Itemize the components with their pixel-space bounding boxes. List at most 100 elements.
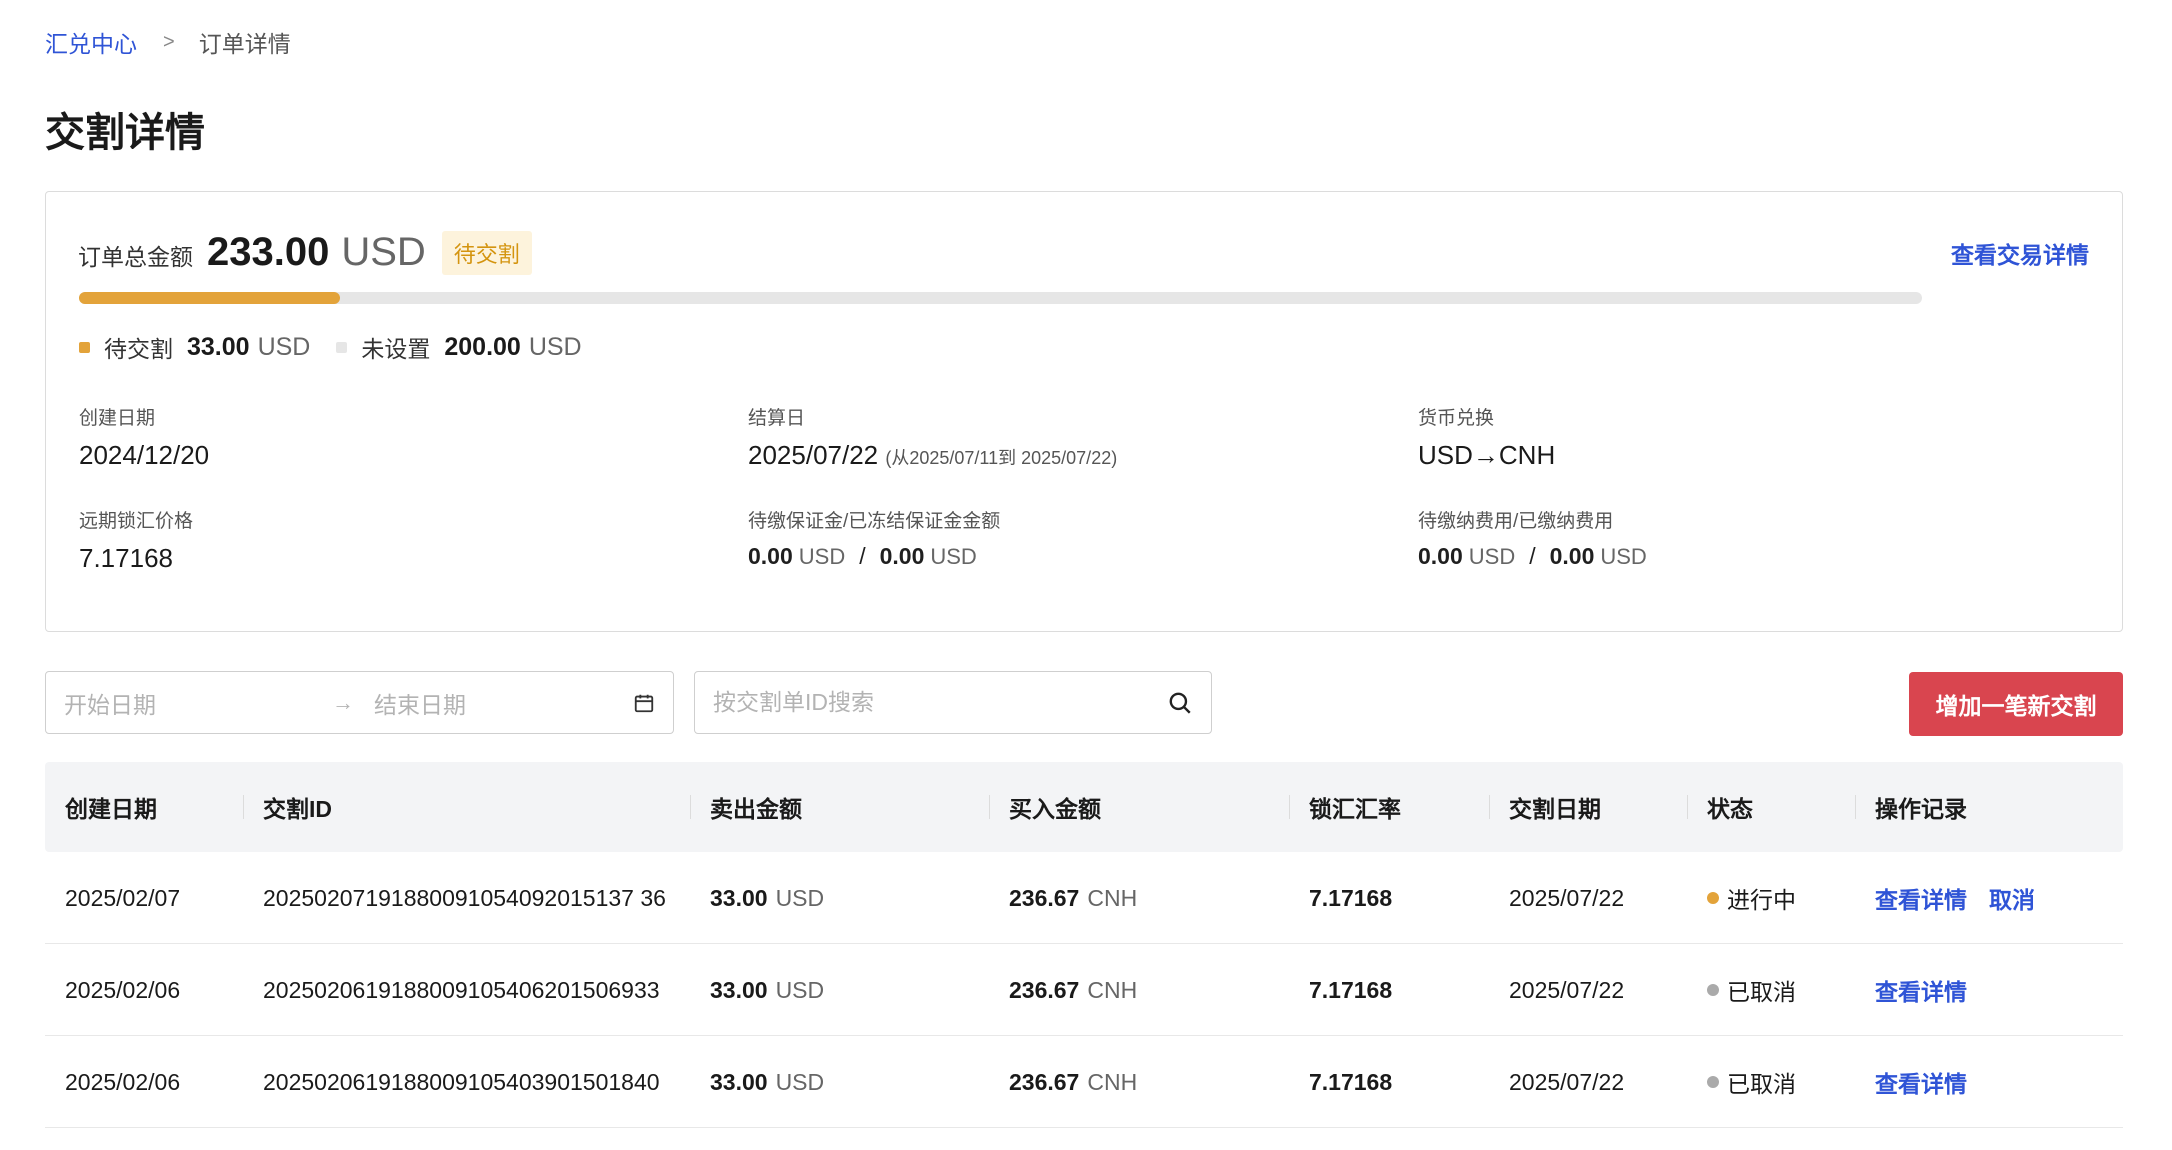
delivery-progress-bar [79, 292, 1922, 304]
row-sell-value: 33.00 [710, 976, 768, 1003]
column-header-buy: 买入金额 [1009, 796, 1101, 822]
legend-pending-value: 33.00 [187, 332, 250, 361]
row-lock-rate-value: 7.17168 [1309, 1068, 1393, 1095]
add-delivery-button[interactable]: 增加一笔新交割 [1909, 672, 2123, 736]
fee-paid-currency: USD [1600, 544, 1647, 569]
order-total-label: 订单总金额 [78, 244, 193, 270]
row-status: 已取消 [1707, 1036, 1796, 1128]
column-divider [690, 795, 691, 819]
row-delivery-id: 2025020619188009105403901501840 [263, 1068, 660, 1095]
row-buy-value: 236.67 [1009, 1068, 1080, 1095]
column-divider [1687, 795, 1688, 819]
search-icon[interactable] [1167, 690, 1193, 716]
order-total-row: 订单总金额 233.00 USD 待交割 [78, 230, 532, 275]
progress-legend: 待交割 33.00 USD 未设置 200.00 USD [79, 330, 608, 364]
row-delivery-date: 2025/07/22 [1509, 976, 1625, 1003]
delivery-id-search[interactable] [694, 671, 1212, 734]
row-sell-currency: USD [775, 976, 825, 1003]
row-sell-amount: 33.00 USD [710, 1036, 824, 1128]
row-buy-amount: 236.67 CNH [1009, 944, 1137, 1036]
row-status: 已取消 [1707, 944, 1796, 1036]
settlement-date-value-row: 2025/07/22 (从2025/07/11到 2025/07/22) [748, 440, 1117, 471]
start-date-input[interactable]: 开始日期 [64, 686, 332, 720]
view-details-link[interactable]: 查看详情 [1875, 1065, 1967, 1099]
status-badge: 待交割 [441, 230, 532, 275]
row-lock-rate: 7.17168 [1309, 1036, 1392, 1128]
row-actions: 查看详情 取消 [1875, 852, 2057, 944]
row-lock-rate: 7.17168 [1309, 852, 1392, 944]
row-buy-currency: CNH [1087, 976, 1138, 1003]
fee-due-currency: USD [1468, 544, 1516, 569]
status-dot-icon [1707, 984, 1719, 996]
chevron-right-icon: > [163, 30, 175, 53]
column-divider [1489, 795, 1490, 819]
breadcrumb-current: 订单详情 [198, 31, 291, 57]
column-header-id: 交割ID [263, 796, 332, 822]
table-row: 2025/02/06 20250206191880091054062015069… [45, 944, 2123, 1036]
margin-frozen-value: 0.00 [879, 543, 925, 569]
margin-values: 0.00 USD/0.00 USD [748, 543, 1000, 570]
row-created-date: 2025/02/06 [65, 976, 181, 1003]
row-sell-currency: USD [775, 884, 825, 911]
row-buy-value: 236.67 [1009, 884, 1080, 911]
table-row: 2025/02/07 20250207191880091054092015137… [45, 852, 2123, 944]
currency-exchange-label: 货币兑换 [1418, 408, 1495, 429]
legend-unset-swatch [336, 341, 348, 353]
settlement-date-range: (从2025/07/11到 2025/07/22) [885, 448, 1118, 468]
column-header-actions: 操作记录 [1875, 796, 1967, 822]
currency-exchange-field: 货币兑换 USD→CNH [1418, 403, 1555, 471]
forward-rate-field: 远期锁汇价格 7.17168 [79, 506, 193, 574]
created-date-label: 创建日期 [79, 408, 156, 429]
row-actions: 查看详情 [1875, 1036, 1989, 1128]
status-dot-icon [1707, 892, 1719, 904]
legend-pending-currency: USD [257, 332, 311, 361]
row-lock-rate-value: 7.17168 [1309, 976, 1393, 1003]
search-input[interactable] [713, 689, 1167, 716]
row-status-label: 已取消 [1727, 1071, 1796, 1097]
column-header-rate: 锁汇汇率 [1309, 796, 1401, 822]
arrow-right-icon: → [332, 689, 354, 715]
row-delivery-id: 20250207191880091054092015137 36 [263, 884, 666, 911]
order-total-amount: 233.00 [207, 230, 330, 274]
column-divider [989, 795, 990, 819]
row-lock-rate: 7.17168 [1309, 944, 1392, 1036]
breadcrumb-home-link[interactable]: 汇兑中心 [45, 25, 137, 59]
row-sell-amount: 33.00 USD [710, 944, 824, 1036]
end-date-input[interactable]: 结束日期 [374, 686, 633, 720]
cancel-link[interactable]: 取消 [1989, 881, 2035, 915]
legend-unset-value: 200.00 [444, 332, 521, 361]
row-delivery-id: 2025020619188009105406201506933 [263, 976, 660, 1003]
settlement-date-value: 2025/07/22 [748, 440, 879, 470]
column-divider [1289, 795, 1290, 819]
row-sell-value: 33.00 [710, 884, 768, 911]
created-date-field: 创建日期 2024/12/20 [79, 403, 209, 471]
view-trade-details-link[interactable]: 查看交易详情 [1951, 236, 2089, 270]
row-buy-amount: 236.67 CNH [1009, 1036, 1137, 1128]
delivery-table: 创建日期 交割ID 卖出金额 买入金额 锁汇汇率 交割日期 状态 操作记录 20… [45, 762, 2123, 1128]
legend-pending-swatch [79, 341, 90, 353]
fee-field: 待缴纳费用/已缴纳费用 0.00 USD/0.00 USD [1418, 506, 1647, 570]
row-buy-currency: CNH [1087, 884, 1138, 911]
column-header-sell: 卖出金额 [710, 796, 802, 822]
date-range-picker[interactable]: 开始日期 → 结束日期 [45, 671, 674, 734]
legend-unset-label: 未设置 [361, 336, 431, 362]
row-delivery-date: 2025/07/22 [1509, 1068, 1625, 1095]
view-details-link[interactable]: 查看详情 [1875, 881, 1967, 915]
delivery-progress-fill [79, 292, 340, 304]
legend-pending-label: 待交割 [104, 336, 173, 362]
row-buy-value: 236.67 [1009, 976, 1080, 1003]
calendar-icon[interactable] [633, 692, 655, 714]
breadcrumb: 汇兑中心 > 订单详情 [45, 25, 291, 59]
forward-rate-value: 7.17168 [79, 543, 173, 573]
row-sell-amount: 33.00 USD [710, 852, 824, 944]
fee-label: 待缴纳费用/已缴纳费用 [1418, 511, 1614, 532]
row-created-date: 2025/02/06 [65, 1068, 181, 1095]
margin-divider: / [859, 543, 866, 569]
fee-due-value: 0.00 [1418, 543, 1463, 569]
row-actions: 查看详情 [1875, 944, 1989, 1036]
row-buy-amount: 236.67 CNH [1009, 852, 1137, 944]
table-row: 2025/02/06 20250206191880091054039015018… [45, 1036, 2123, 1128]
view-details-link[interactable]: 查看详情 [1875, 973, 1967, 1007]
row-status-label: 已取消 [1727, 979, 1796, 1005]
row-created-date: 2025/02/07 [65, 884, 181, 911]
